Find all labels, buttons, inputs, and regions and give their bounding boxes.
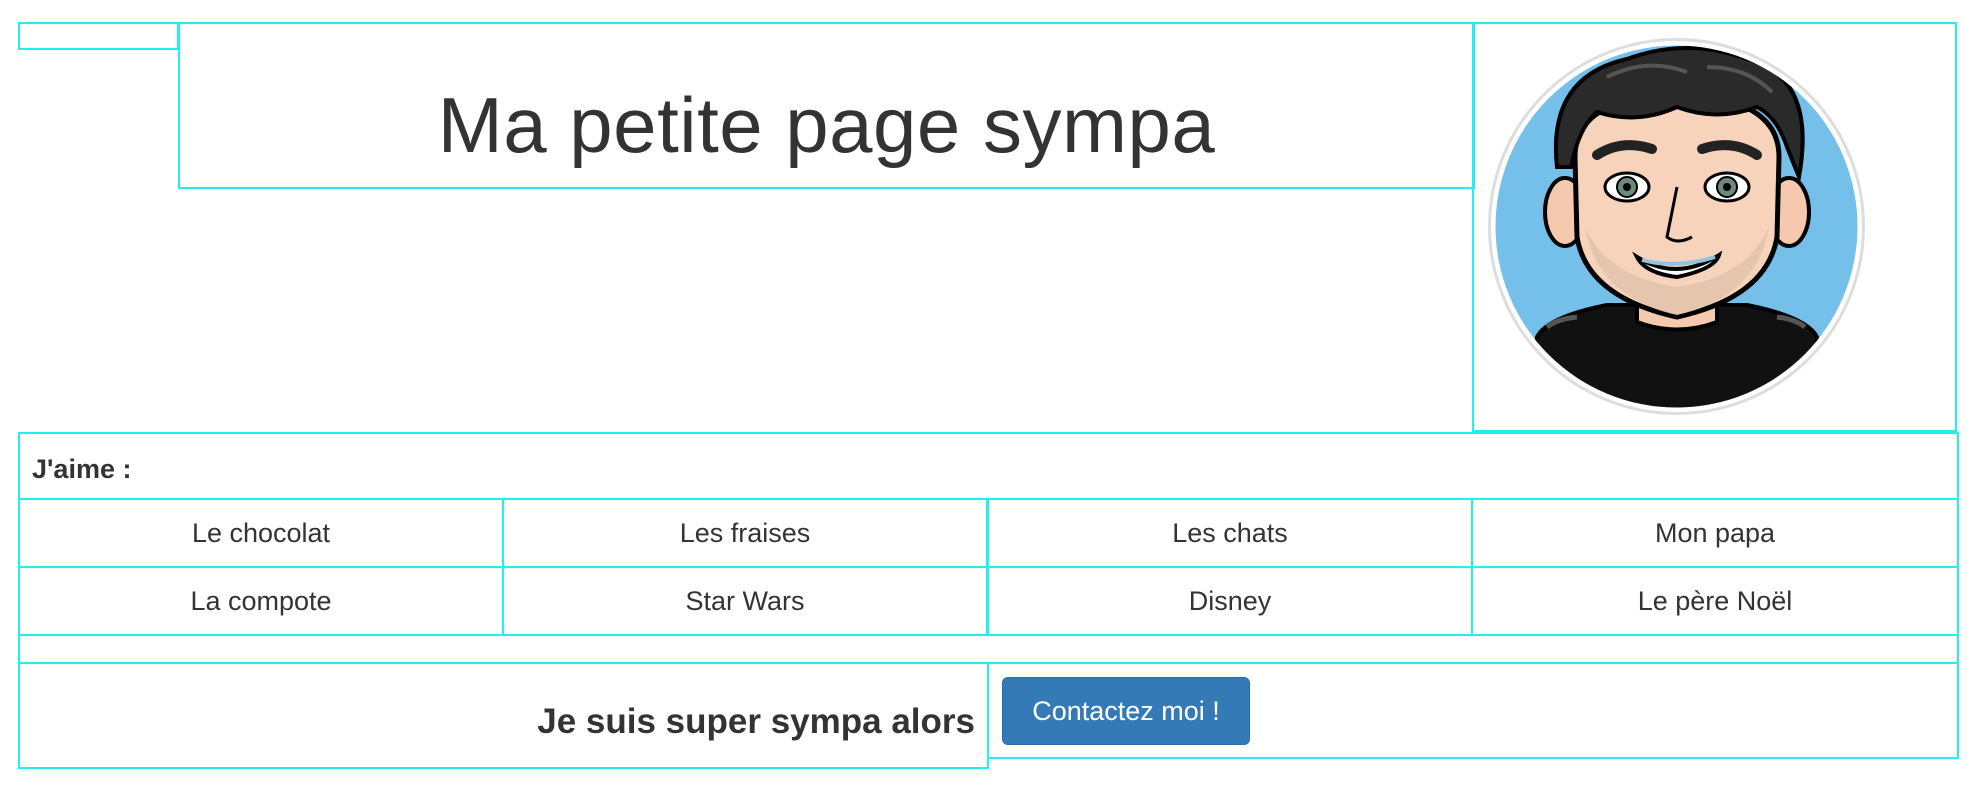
avatar bbox=[1488, 38, 1865, 415]
like-item: Le père Noël bbox=[1471, 566, 1959, 636]
like-item: Les chats bbox=[987, 498, 1473, 568]
top-left-spacer bbox=[18, 22, 179, 50]
like-item-label: Disney bbox=[1188, 585, 1272, 616]
like-item-label: Mon papa bbox=[1654, 517, 1776, 548]
like-item-label: Star Wars bbox=[685, 585, 805, 616]
spacer-row bbox=[18, 634, 1959, 664]
like-item-label: Le père Noël bbox=[1637, 585, 1793, 616]
page-title: Ma petite page sympa bbox=[437, 81, 1216, 169]
likes-label: J'aime : bbox=[32, 454, 132, 484]
like-item-label: La compote bbox=[190, 585, 332, 616]
like-item: Star Wars bbox=[502, 566, 988, 636]
like-item: La compote bbox=[18, 566, 504, 636]
tagline-box: Je suis super sympa alors bbox=[18, 662, 989, 769]
likes-header: J'aime : bbox=[18, 432, 1959, 500]
like-item: Mon papa bbox=[1471, 498, 1959, 568]
like-item: Disney bbox=[987, 566, 1473, 636]
like-item-label: Le chocolat bbox=[191, 517, 331, 548]
contact-button[interactable]: Contactez moi ! bbox=[1002, 677, 1250, 745]
like-item-label: Les fraises bbox=[679, 517, 811, 548]
like-item: Les fraises bbox=[502, 498, 988, 568]
like-item-label: Les chats bbox=[1172, 517, 1288, 548]
header-box: Ma petite page sympa bbox=[178, 22, 1475, 189]
like-item: Le chocolat bbox=[18, 498, 504, 568]
tagline: Je suis super sympa alors bbox=[537, 702, 975, 741]
